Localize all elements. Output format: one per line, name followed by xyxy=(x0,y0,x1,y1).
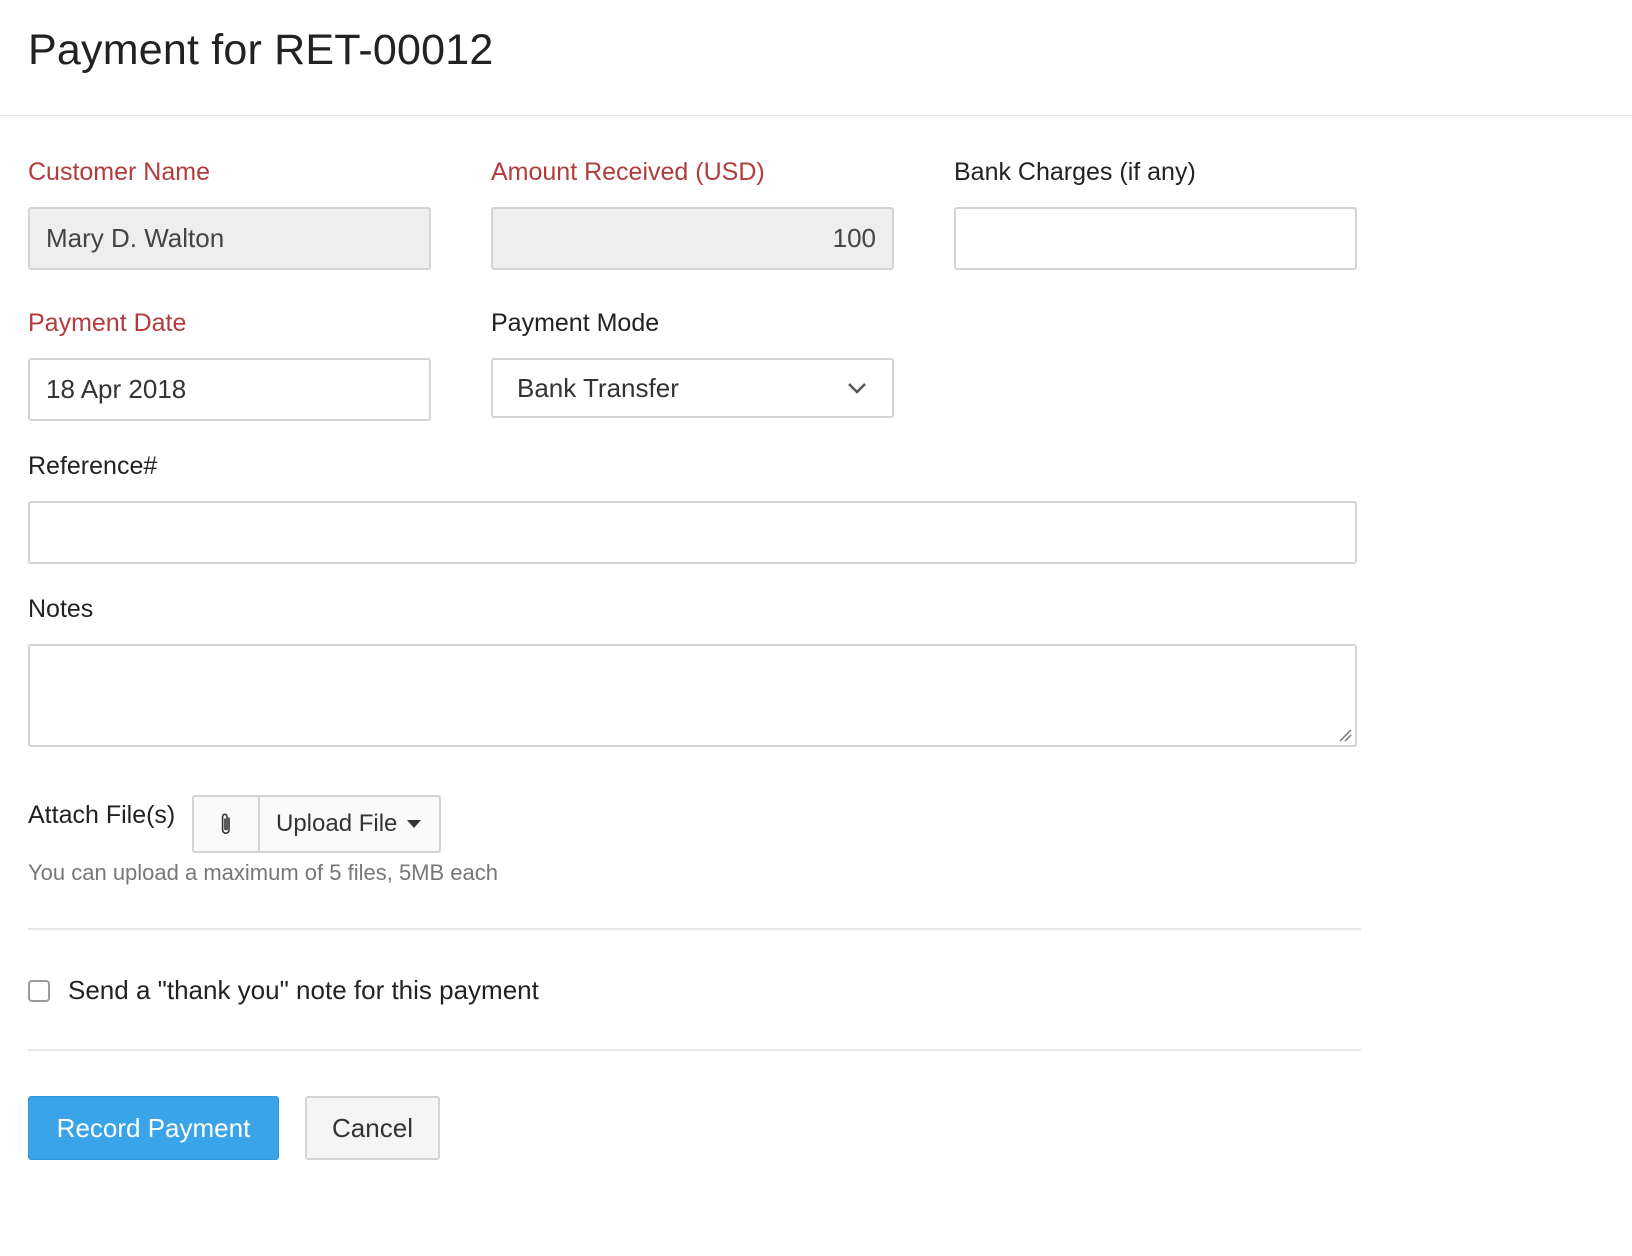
bank-charges-field[interactable] xyxy=(954,207,1357,270)
customer-name-label: Customer Name xyxy=(28,158,210,186)
chevron-down-icon xyxy=(848,383,866,394)
notes-textarea[interactable] xyxy=(28,644,1357,747)
amount-received-field[interactable]: 100 xyxy=(491,207,894,270)
upload-help-text: You can upload a maximum of 5 files, 5MB… xyxy=(28,860,499,885)
upload-file-button[interactable]: Upload File xyxy=(260,797,439,851)
paperclip-icon xyxy=(221,813,230,834)
page-title: Payment for RET-00012 xyxy=(28,26,494,74)
bank-charges-label: Bank Charges (if any) xyxy=(954,158,1196,186)
reference-label: Reference# xyxy=(28,452,158,480)
divider xyxy=(28,928,1361,930)
customer-name-field[interactable]: Mary D. Walton xyxy=(28,207,431,270)
attach-files-label: Attach File(s) xyxy=(28,801,176,829)
divider xyxy=(28,1049,1361,1051)
attach-clip-button[interactable] xyxy=(194,797,260,851)
record-payment-button[interactable]: Record Payment xyxy=(28,1096,279,1160)
resize-grip-icon[interactable] xyxy=(1336,726,1352,742)
payment-mode-label: Payment Mode xyxy=(491,309,660,337)
payment-date-label: Payment Date xyxy=(28,309,187,337)
reference-field[interactable] xyxy=(28,501,1357,564)
amount-received-label: Amount Received (USD) xyxy=(491,158,765,186)
cancel-button[interactable]: Cancel xyxy=(305,1096,440,1160)
upload-file-label: Upload File xyxy=(276,810,398,837)
thank-you-checkbox[interactable] xyxy=(28,980,50,1002)
page-header: Payment for RET-00012 xyxy=(0,0,1632,116)
payment-date-field[interactable]: 18 Apr 2018 xyxy=(28,358,431,421)
attach-button-group: Upload File xyxy=(192,795,442,853)
payment-mode-selected: Bank Transfer xyxy=(517,372,679,403)
payment-mode-select[interactable]: Bank Transfer xyxy=(491,358,894,418)
thank-you-label[interactable]: Send a "thank you" note for this payment xyxy=(68,975,539,1006)
notes-label: Notes xyxy=(28,595,94,623)
caret-down-icon xyxy=(407,820,422,828)
